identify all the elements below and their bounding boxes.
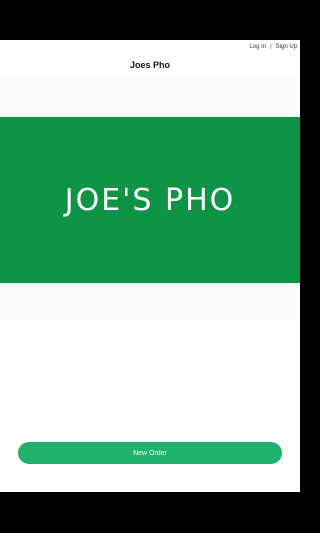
login-link[interactable]: Log In xyxy=(249,44,266,50)
app-screen: Log In | Sign Up Joes Pho JOE'S PHO New … xyxy=(0,40,300,492)
auth-separator: | xyxy=(270,44,272,50)
restaurant-logo: JOE'S PHO xyxy=(64,182,236,218)
new-order-button[interactable]: New Order xyxy=(18,442,282,464)
banner-bottom-spacer xyxy=(0,283,300,321)
restaurant-banner: JOE'S PHO xyxy=(0,117,300,283)
auth-links: Log In | Sign Up xyxy=(249,44,297,50)
signup-link[interactable]: Sign Up xyxy=(276,44,297,50)
page-title: Joes Pho xyxy=(129,60,170,70)
banner-top-spacer xyxy=(0,78,300,117)
